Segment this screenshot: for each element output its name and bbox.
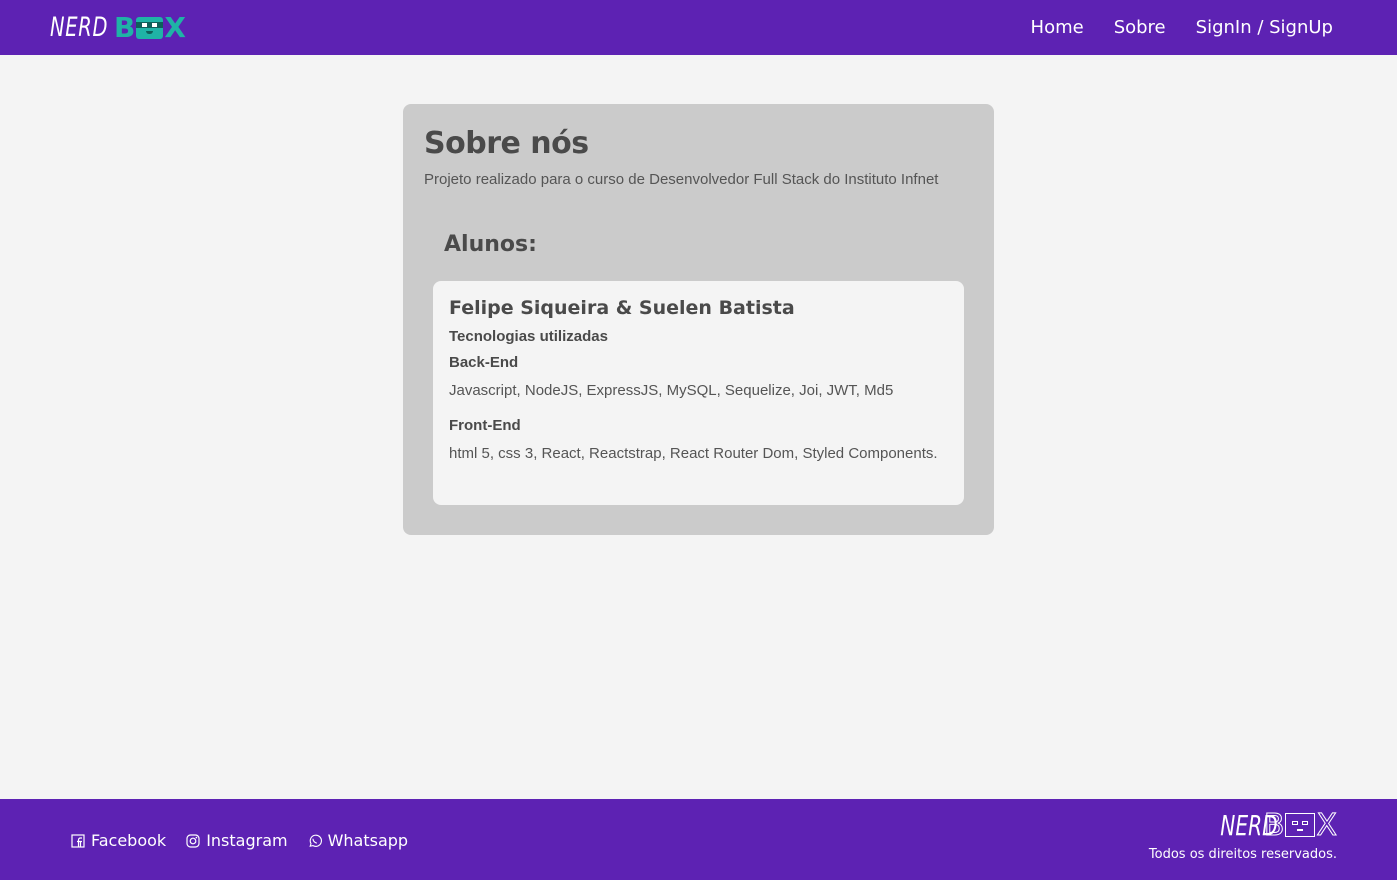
footer-logo-face-icon xyxy=(1285,813,1316,837)
about-subtitle: Projeto realizado para o curso de Desenv… xyxy=(424,171,939,188)
student-names: Felipe Siqueira & Suelen Batista xyxy=(449,297,795,319)
facebook-label: Facebook xyxy=(91,831,167,850)
nav-home-link[interactable]: Home xyxy=(1031,17,1084,38)
logo-nerd-text: NERD xyxy=(50,12,109,43)
logo-box-x: X xyxy=(164,11,186,44)
about-card: Sobre nós Projeto realizado para o curso… xyxy=(403,104,994,535)
students-heading: Alunos: xyxy=(444,232,537,257)
page-title: Sobre nós xyxy=(424,126,589,161)
main-nav: Home Sobre SignIn / SignUp xyxy=(1031,17,1333,38)
logo-box-text: B X xyxy=(114,11,186,44)
nerdbox-logo[interactable]: NERD B X xyxy=(50,11,186,44)
copyright-text: Todos os direitos reservados. xyxy=(1148,847,1337,862)
nav-signin-signup-link[interactable]: SignIn / SignUp xyxy=(1196,17,1333,38)
whatsapp-label: Whatsapp xyxy=(327,831,409,850)
footer-nerdbox-logo: NERD B X xyxy=(1149,807,1338,843)
top-navbar: NERD B X Home Sobre SignIn / SignUp xyxy=(0,0,1397,55)
logo-box-b: B xyxy=(114,11,136,44)
instagram-link[interactable]: Instagram xyxy=(186,831,288,850)
logo-face-icon xyxy=(136,16,164,39)
facebook-link[interactable]: Facebook xyxy=(71,831,166,850)
social-links: Facebook Instagram Whatsapp xyxy=(71,831,408,850)
student-card: Felipe Siqueira & Suelen Batista Tecnolo… xyxy=(433,281,964,505)
nav-sobre-link[interactable]: Sobre xyxy=(1114,17,1166,38)
frontend-technologies: html 5, css 3, React, Reactstrap, React … xyxy=(449,445,938,462)
whatsapp-link[interactable]: Whatsapp xyxy=(308,831,409,850)
whatsapp-icon xyxy=(308,834,322,847)
footer-brand: NERD B X Todos os direitos reservados. xyxy=(1148,807,1338,862)
facebook-icon xyxy=(71,833,85,848)
footer-logo-nerd-text: NERD xyxy=(1220,808,1278,842)
backend-label: Back-End xyxy=(449,354,519,371)
instagram-label: Instagram xyxy=(206,831,288,850)
backend-technologies: Javascript, NodeJS, ExpressJS, MySQL, Se… xyxy=(449,382,894,399)
footer-logo-x: X xyxy=(1316,807,1338,843)
instagram-icon xyxy=(186,833,200,848)
frontend-label: Front-End xyxy=(449,417,521,434)
page-footer: Facebook Instagram Whatsapp NERD B X Tod… xyxy=(0,799,1397,880)
technologies-heading: Tecnologias utilizadas xyxy=(449,328,608,345)
